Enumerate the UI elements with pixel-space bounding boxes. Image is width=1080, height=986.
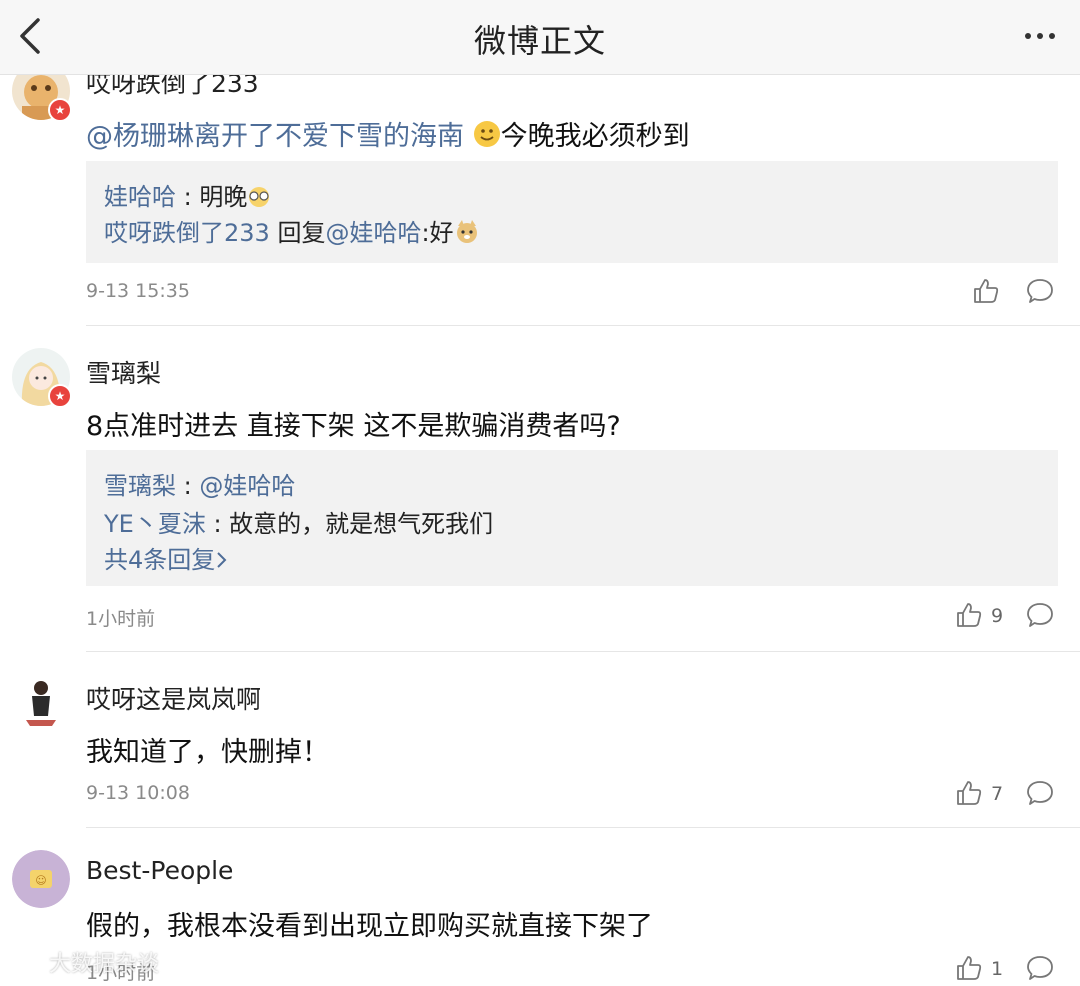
svg-text:☺: ☺ — [35, 874, 46, 887]
comment-item: 哎呀这是岚岚啊 我知道了，快删掉！ 9-13 10:08 7 — [0, 652, 1080, 828]
more-icon — [1025, 33, 1055, 39]
thumbs-up-icon — [974, 279, 999, 303]
comment-content: 我知道了，快删掉！ — [86, 737, 329, 768]
reply-author[interactable]: 娃哈哈 — [104, 183, 176, 211]
view-more-replies-link[interactable]: 共4条回复 — [104, 540, 229, 575]
reply-button[interactable] — [1026, 954, 1054, 982]
mention-link[interactable]: @娃哈哈 — [199, 472, 295, 500]
avatar[interactable] — [12, 672, 70, 730]
reply-author[interactable]: 雪璃梨 — [104, 472, 176, 500]
reply-preview-box[interactable]: 娃哈哈 : 明晚 哎呀跌倒了233 回复@娃哈哈:好 — [86, 161, 1058, 263]
avatar-image — [12, 672, 70, 730]
like-button[interactable] — [972, 277, 1000, 309]
avatar-image: ☺ — [12, 850, 70, 908]
chevron-right-icon — [217, 552, 227, 568]
like-count: 1 — [991, 958, 1004, 980]
comment-content: @杨珊琳离开了不爱下雪的海南 今晚我必须秒到 — [86, 114, 690, 153]
comment-time: 1小时前 — [86, 608, 156, 630]
comment-text: 今晚我必须秒到 — [500, 121, 690, 152]
comment-bubble-icon — [1027, 279, 1053, 303]
page-title: 微博正文 — [473, 22, 606, 60]
like-count: 9 — [991, 605, 1004, 627]
reply-button[interactable] — [1026, 601, 1054, 629]
comment-item: ★ 雪璃梨 8点准时进去 直接下架 这不是欺骗消费者吗? 雪璃梨 : @娃哈哈 … — [0, 326, 1080, 652]
thumbs-up-icon — [957, 781, 982, 805]
reply-line: 哎呀跌倒了233 回复@娃哈哈:好 — [104, 213, 480, 248]
mention-link[interactable]: @杨珊琳离开了不爱下雪的海南 — [86, 121, 464, 152]
reply-line: YE丶夏沫 : 故意的，就是想气死我们 — [104, 510, 494, 538]
comment-time: 9-13 15:35 — [86, 280, 190, 302]
verified-badge-icon: ★ — [48, 98, 72, 122]
avatar[interactable]: ☺ — [12, 850, 70, 908]
comment-bubble-icon — [1027, 603, 1053, 627]
like-button[interactable] — [955, 601, 983, 633]
glasses-emoji-icon — [249, 187, 270, 207]
reply-button[interactable] — [1026, 277, 1054, 305]
comment-bubble-icon — [1027, 781, 1053, 805]
comment-bubble-icon — [1027, 956, 1053, 980]
thumbs-up-icon — [957, 603, 982, 627]
nav-bar: 微博正文 — [0, 0, 1080, 75]
reply-preview-box[interactable]: 雪璃梨 : @娃哈哈 YE丶夏沫 : 故意的，就是想气死我们 共4条回复 — [86, 450, 1058, 586]
like-count: 7 — [991, 783, 1004, 805]
comment-time: 9-13 10:08 — [86, 782, 190, 804]
reply-author[interactable]: YE丶夏沫 — [104, 510, 206, 538]
reply-line: 娃哈哈 : 明晚 — [104, 177, 271, 212]
weibo-logo-icon — [9, 953, 39, 975]
like-button[interactable] — [955, 779, 983, 811]
thumbs-up-icon — [957, 956, 982, 980]
comment-content: 8点准时进去 直接下架 这不是欺骗消费者吗? — [86, 411, 621, 442]
doge-emoji-icon — [456, 220, 477, 243]
comment-content: 假的，我根本没看到出现立即购买就直接下架了 — [86, 911, 653, 942]
like-button[interactable] — [955, 954, 983, 986]
comment-item: ☺ Best-People 假的，我根本没看到出现立即购买就直接下架了 1小时前… — [0, 828, 1080, 984]
reply-line: 雪璃梨 : @娃哈哈 — [104, 472, 296, 500]
reply-author[interactable]: 哎呀跌倒了233 — [104, 219, 270, 247]
mention-link[interactable]: @娃哈哈 — [325, 219, 421, 247]
watermark: 大数据杂谈 — [8, 946, 159, 978]
more-button[interactable] — [1020, 20, 1060, 52]
verified-badge-icon: ★ — [48, 384, 72, 408]
comment-username[interactable]: Best-People — [86, 856, 233, 885]
reply-button[interactable] — [1026, 779, 1054, 807]
comment-username[interactable]: 哎呀这是岚岚啊 — [86, 680, 261, 716]
smile-emoji-icon — [473, 121, 500, 147]
avatar[interactable]: ★ — [12, 348, 72, 408]
comment-username[interactable]: 雪璃梨 — [86, 354, 161, 390]
